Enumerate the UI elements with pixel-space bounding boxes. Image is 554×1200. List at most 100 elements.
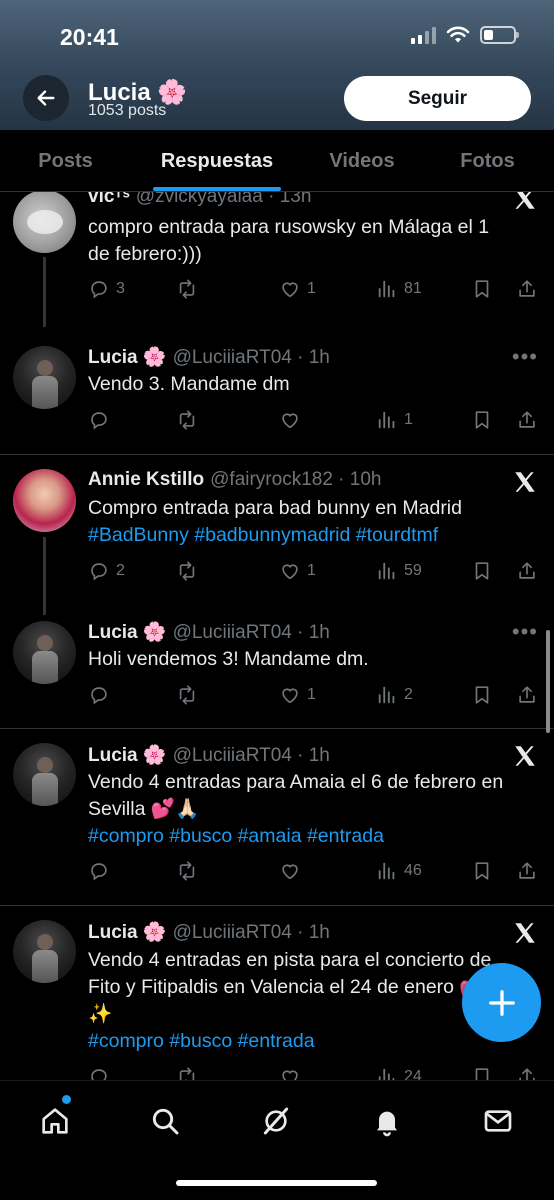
like-button[interactable]: 1	[279, 684, 316, 706]
avatar[interactable]	[13, 192, 76, 253]
views-icon	[378, 280, 395, 298]
dot-separator: ·	[332, 469, 350, 490]
hashtag-line[interactable]: #compro #busco #amaia #entrada	[88, 823, 540, 850]
bookmark-button[interactable]	[471, 684, 493, 706]
hashtag-line[interactable]: #BadBunny #badbunnymadrid #tourdtmf	[88, 522, 540, 549]
share-button[interactable]	[516, 1066, 538, 1080]
nav-messages[interactable]	[480, 1103, 516, 1139]
tweet-text-line: compro entrada para rusowsky en Málaga e…	[88, 216, 490, 238]
repost-button[interactable]	[176, 560, 198, 582]
repost-button[interactable]	[176, 409, 198, 431]
reply-icon	[91, 687, 107, 705]
tweet-item[interactable]: Annie Kstillo @fairyrock182 · 10h Compro…	[0, 455, 554, 615]
tweet-item[interactable]: Lucia 🌸 @LuciiiaRT04 · 1h ••• Vendo 3. M…	[0, 340, 554, 455]
tab-fotos[interactable]: Fotos	[421, 130, 554, 192]
share-button[interactable]	[516, 684, 538, 706]
author-name[interactable]: Lucia 🌸	[88, 345, 167, 369]
author-handle[interactable]: @LuciiiaRT04	[173, 922, 292, 944]
reply-button[interactable]	[88, 860, 110, 882]
repost-button[interactable]	[176, 860, 198, 882]
reply-icon	[91, 281, 107, 299]
repost-button[interactable]	[176, 684, 198, 706]
avatar[interactable]	[13, 346, 76, 409]
author-handle[interactable]: @LuciiiaRT04	[173, 622, 292, 644]
author-handle[interactable]: @LuciiiaRT04	[173, 745, 292, 767]
nav-notifications[interactable]	[369, 1103, 405, 1139]
like-button[interactable]: 1	[279, 278, 316, 300]
reply-button[interactable]: 2	[88, 560, 125, 582]
more-options-icon[interactable]: •••	[512, 621, 538, 643]
share-icon	[519, 686, 535, 703]
like-button[interactable]	[279, 1066, 301, 1080]
share-button[interactable]	[516, 860, 538, 882]
tab-videos[interactable]: Videos	[303, 130, 421, 192]
messages-icon	[484, 1110, 512, 1132]
bookmark-button[interactable]	[471, 860, 493, 882]
scrollbar-thumb[interactable]	[546, 630, 550, 733]
like-button[interactable]	[279, 860, 301, 882]
hashtag-line[interactable]: #compro #busco #entrada	[88, 1028, 540, 1055]
views-button[interactable]: 81	[376, 278, 422, 300]
avatar[interactable]	[13, 469, 76, 532]
views-button[interactable]: 24	[376, 1066, 422, 1080]
repost-button[interactable]	[176, 278, 198, 300]
signal-icon	[411, 26, 436, 44]
views-button[interactable]: 1	[376, 409, 413, 431]
views-button[interactable]: 46	[376, 860, 422, 882]
follow-button[interactable]: Seguir	[344, 76, 531, 121]
tweet-item[interactable]: Lucia 🌸 @LuciiiaRT04 · 1h Vendo 4 entrad…	[0, 729, 554, 904]
tweet-text: Vendo 4 entradas para Amaia el 6 de febr…	[88, 769, 540, 850]
reply-icon	[91, 563, 107, 581]
tweet-actions: 24	[88, 1066, 542, 1080]
repost-button[interactable]	[176, 1066, 198, 1080]
share-button[interactable]	[516, 278, 538, 300]
bookmark-button[interactable]	[471, 278, 493, 300]
avatar[interactable]	[13, 743, 76, 806]
bookmark-button[interactable]	[471, 1066, 493, 1080]
tweet-item[interactable]: vicᵀˢ @zvickyayalaa · 13h compro entrada…	[0, 192, 554, 327]
tab-posts[interactable]: Posts	[0, 130, 131, 192]
nav-home[interactable]	[37, 1103, 73, 1139]
like-button[interactable]: 1	[279, 560, 316, 582]
nav-grok[interactable]	[258, 1103, 294, 1139]
reply-button[interactable]	[88, 684, 110, 706]
reply-button[interactable]	[88, 409, 110, 431]
author-name[interactable]: Lucia 🌸	[88, 743, 167, 767]
share-icon	[519, 862, 535, 879]
bookmark-button[interactable]	[471, 560, 493, 582]
compose-post-button[interactable]	[462, 963, 541, 1042]
like-count: 1	[307, 562, 316, 579]
author-name[interactable]: vicᵀˢ	[88, 192, 130, 208]
views-icon	[378, 562, 395, 580]
tab-respuestas[interactable]: Respuestas	[131, 130, 303, 192]
more-options-icon[interactable]: •••	[512, 346, 538, 368]
author-handle[interactable]: @zvickyayalaa	[136, 192, 263, 208]
views-button[interactable]: 2	[376, 684, 413, 706]
author-name[interactable]: Annie Kstillo	[88, 469, 204, 491]
views-icon	[378, 686, 395, 704]
views-button[interactable]: 59	[376, 560, 422, 582]
back-button[interactable]	[23, 75, 69, 121]
tweet-text-line: Compro entrada para bad bunny en Madrid	[88, 497, 462, 519]
share-button[interactable]	[516, 409, 538, 431]
author-handle[interactable]: @fairyrock182	[210, 469, 333, 491]
views-count: 24	[404, 1068, 422, 1080]
author-handle[interactable]: @LuciiiaRT04	[173, 347, 292, 369]
author-name[interactable]: Lucia 🌸	[88, 620, 167, 644]
repost-icon	[179, 410, 195, 430]
home-indicator[interactable]	[176, 1180, 377, 1186]
avatar[interactable]	[13, 920, 76, 983]
bookmark-button[interactable]	[471, 409, 493, 431]
share-icon	[519, 411, 535, 428]
tweet-item[interactable]: Lucia 🌸 @LuciiiaRT04 · 1h ••• Holi vende…	[0, 615, 554, 728]
reply-icon	[91, 1069, 107, 1080]
reply-button[interactable]: 3	[88, 278, 125, 300]
dot-separator: ·	[291, 622, 309, 643]
reply-button[interactable]	[88, 1066, 110, 1080]
share-button[interactable]	[516, 560, 538, 582]
nav-search[interactable]	[147, 1103, 183, 1139]
views-icon	[378, 862, 395, 880]
avatar[interactable]	[13, 621, 76, 684]
like-button[interactable]	[279, 409, 301, 431]
author-name[interactable]: Lucia 🌸	[88, 920, 167, 944]
